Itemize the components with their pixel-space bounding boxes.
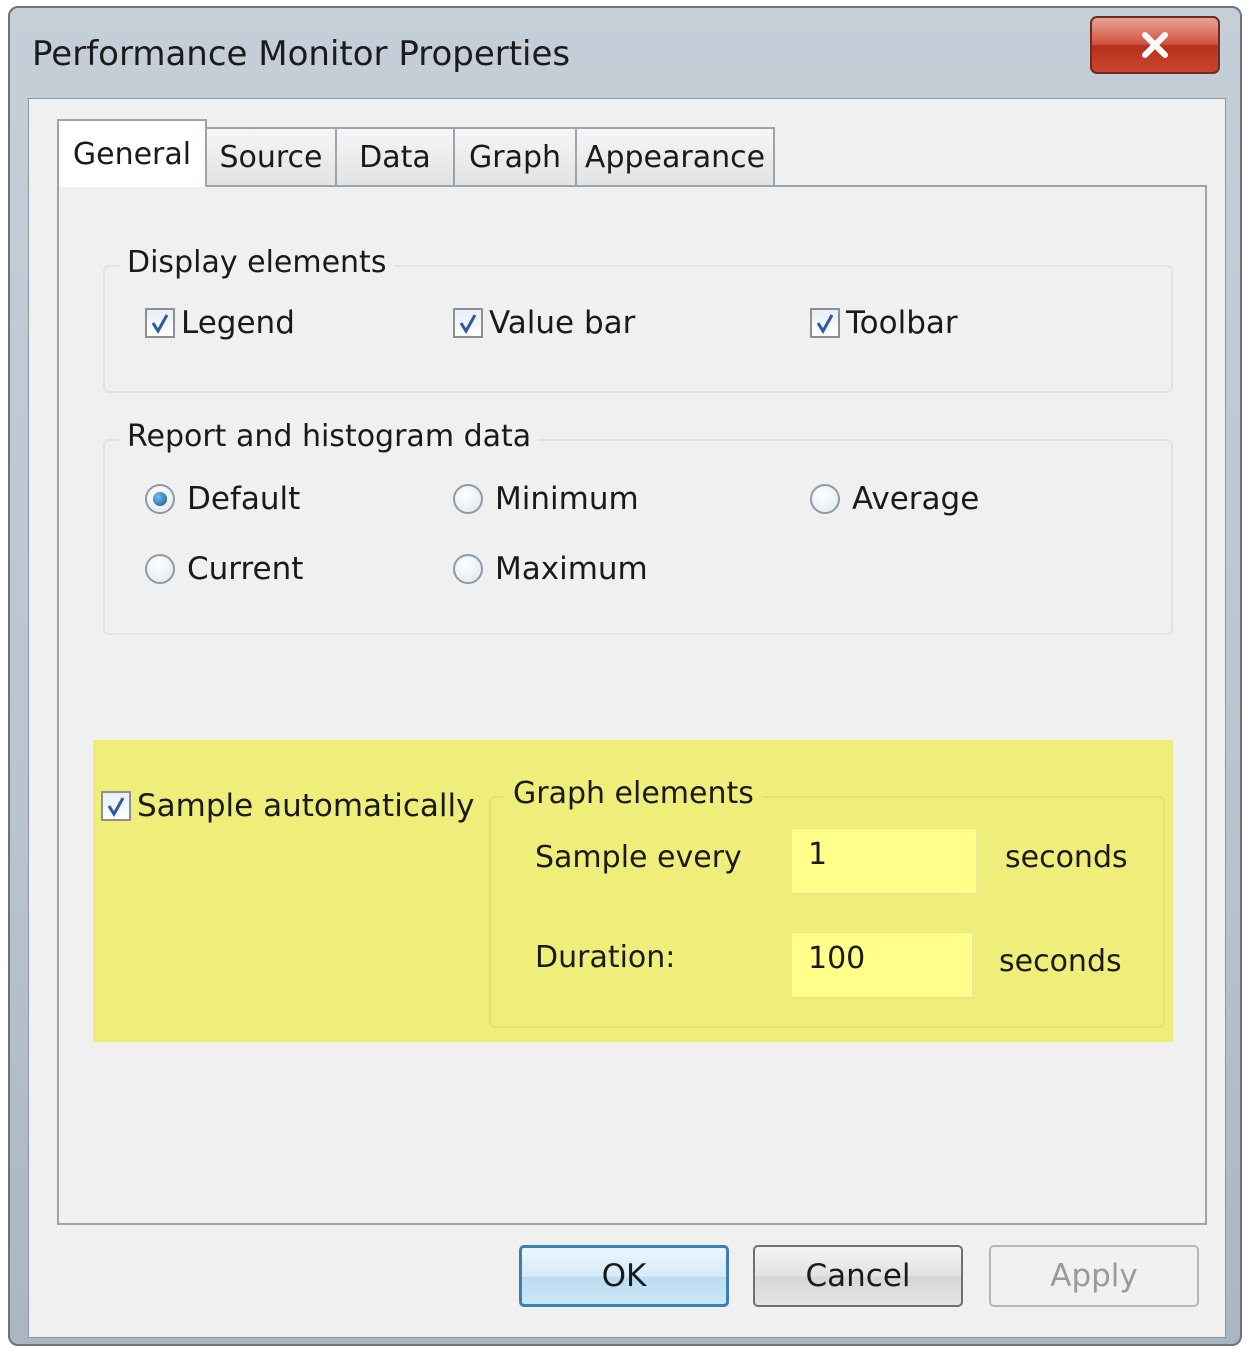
report-data-group: Report and histogram data Default Minimu… [103, 419, 1173, 635]
maximum-radio[interactable]: Maximum [453, 551, 648, 587]
sampling-highlight-region: Sample automatically Graph elements Samp… [93, 740, 1173, 1042]
ok-button[interactable]: OK [519, 1245, 729, 1307]
tab-graph[interactable]: Graph [453, 127, 577, 185]
dialog-body: General Source Data Graph Appearance Dis… [28, 98, 1226, 1338]
current-radio-button[interactable] [145, 554, 175, 584]
maximum-radio-button[interactable] [453, 554, 483, 584]
graph-elements-label: Graph elements [505, 776, 762, 811]
average-radio[interactable]: Average [810, 481, 979, 517]
legend-checkbox[interactable]: Legend [145, 305, 295, 341]
tab-source[interactable]: Source [205, 127, 337, 185]
checkmark-icon [459, 314, 477, 334]
close-x-icon [1142, 32, 1168, 58]
apply-button-label: Apply [1050, 1258, 1138, 1294]
value-bar-label: Value bar [489, 305, 636, 341]
tab-graph-label: Graph [468, 139, 562, 175]
graph-elements-group: Graph elements Sample every 1 seconds Du… [489, 776, 1165, 1028]
current-radio[interactable]: Current [145, 551, 303, 587]
radio-selected-dot [153, 492, 167, 506]
value-bar-check-box[interactable] [453, 308, 483, 338]
checkmark-icon [151, 314, 169, 334]
maximum-label: Maximum [495, 551, 648, 587]
default-radio[interactable]: Default [145, 481, 300, 517]
checkmark-icon [816, 314, 834, 334]
toolbar-checkbox[interactable]: Toolbar [810, 305, 958, 341]
cancel-button-label: Cancel [805, 1258, 911, 1294]
tab-general-label: General [72, 136, 192, 172]
properties-dialog: Performance Monitor Properties General S… [8, 6, 1242, 1346]
apply-button[interactable]: Apply [989, 1245, 1199, 1307]
sample-automatically-check-box[interactable] [101, 791, 131, 821]
title-bar[interactable]: Performance Monitor Properties [10, 8, 1240, 96]
checkmark-icon [107, 797, 125, 817]
legend-check-box[interactable] [145, 308, 175, 338]
sample-automatically-checkbox[interactable]: Sample automatically [101, 788, 474, 824]
tab-appearance[interactable]: Appearance [575, 127, 775, 185]
average-radio-button[interactable] [810, 484, 840, 514]
sample-every-input[interactable]: 1 [791, 828, 977, 894]
window-title: Performance Monitor Properties [32, 34, 571, 74]
current-label: Current [187, 551, 304, 587]
tab-general[interactable]: General [57, 119, 207, 187]
cancel-button[interactable]: Cancel [753, 1245, 963, 1307]
general-tab-page: Display elements Legend Value bar Toolba… [57, 185, 1207, 1225]
minimum-radio[interactable]: Minimum [453, 481, 639, 517]
sample-every-label: Sample every [535, 840, 742, 875]
minimum-label: Minimum [495, 481, 639, 517]
duration-input[interactable]: 100 [791, 932, 973, 998]
display-elements-label: Display elements [119, 245, 395, 280]
tab-data[interactable]: Data [335, 127, 455, 185]
toolbar-check-box[interactable] [810, 308, 840, 338]
duration-unit: seconds [999, 944, 1122, 979]
legend-label: Legend [181, 305, 295, 341]
default-radio-button[interactable] [145, 484, 175, 514]
toolbar-label: Toolbar [846, 305, 958, 341]
duration-label: Duration: [535, 940, 676, 975]
tab-source-label: Source [219, 139, 323, 175]
close-button[interactable] [1090, 16, 1220, 74]
default-label: Default [187, 481, 301, 517]
ok-button-label: OK [601, 1258, 647, 1294]
display-elements-group: Display elements Legend Value bar Toolba… [103, 245, 1173, 393]
minimum-radio-button[interactable] [453, 484, 483, 514]
sample-every-unit: seconds [1005, 840, 1128, 875]
tab-data-label: Data [359, 139, 431, 175]
value-bar-checkbox[interactable]: Value bar [453, 305, 635, 341]
sample-automatically-label: Sample automatically [137, 788, 475, 824]
average-label: Average [852, 481, 980, 517]
tab-appearance-label: Appearance [584, 139, 766, 175]
report-data-label: Report and histogram data [119, 419, 540, 454]
